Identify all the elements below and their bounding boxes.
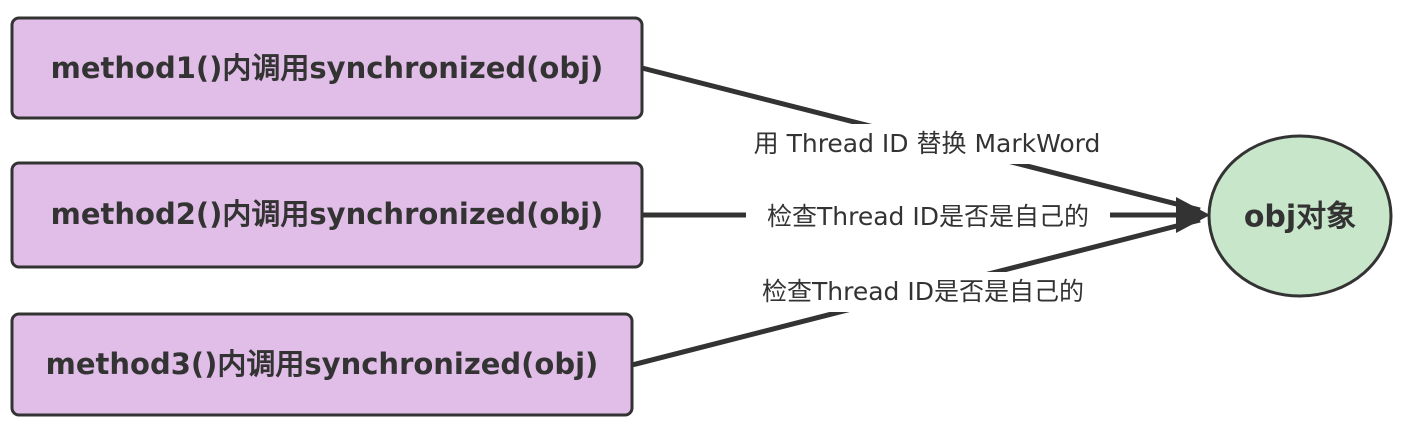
method2-label: method2()内调用synchronized(obj) bbox=[51, 197, 604, 231]
edge-3-label: 检查Thread ID是否是自己的 bbox=[762, 277, 1084, 306]
method1-label: method1()内调用synchronized(obj) bbox=[51, 51, 604, 85]
edge-2-label: 检查Thread ID是否是自己的 bbox=[767, 202, 1089, 231]
edge-1-label: 用 Thread ID 替换 MarkWord bbox=[754, 129, 1101, 158]
edge-3: 检查Thread ID是否是自己的 bbox=[631, 217, 1201, 368]
method3-label: method3()内调用synchronized(obj) bbox=[46, 347, 599, 381]
edge-2: 检查Thread ID是否是自己的 bbox=[642, 198, 1200, 236]
obj-node[interactable]: obj对象 bbox=[1207, 134, 1393, 298]
method1-node[interactable]: method1()内调用synchronized(obj) bbox=[10, 16, 644, 120]
arrowhead-icon bbox=[1176, 197, 1210, 233]
diagram-canvas: 用 Thread ID 替换 MarkWord 检查Thread ID是否是自己… bbox=[0, 0, 1402, 438]
method2-node[interactable]: method2()内调用synchronized(obj) bbox=[10, 161, 644, 269]
diagram-svg: 用 Thread ID 替换 MarkWord 检查Thread ID是否是自己… bbox=[10, 16, 1393, 417]
edge-1: 用 Thread ID 替换 MarkWord bbox=[641, 65, 1201, 213]
method3-node[interactable]: method3()内调用synchronized(obj) bbox=[10, 312, 634, 417]
obj-label: obj对象 bbox=[1244, 200, 1356, 235]
